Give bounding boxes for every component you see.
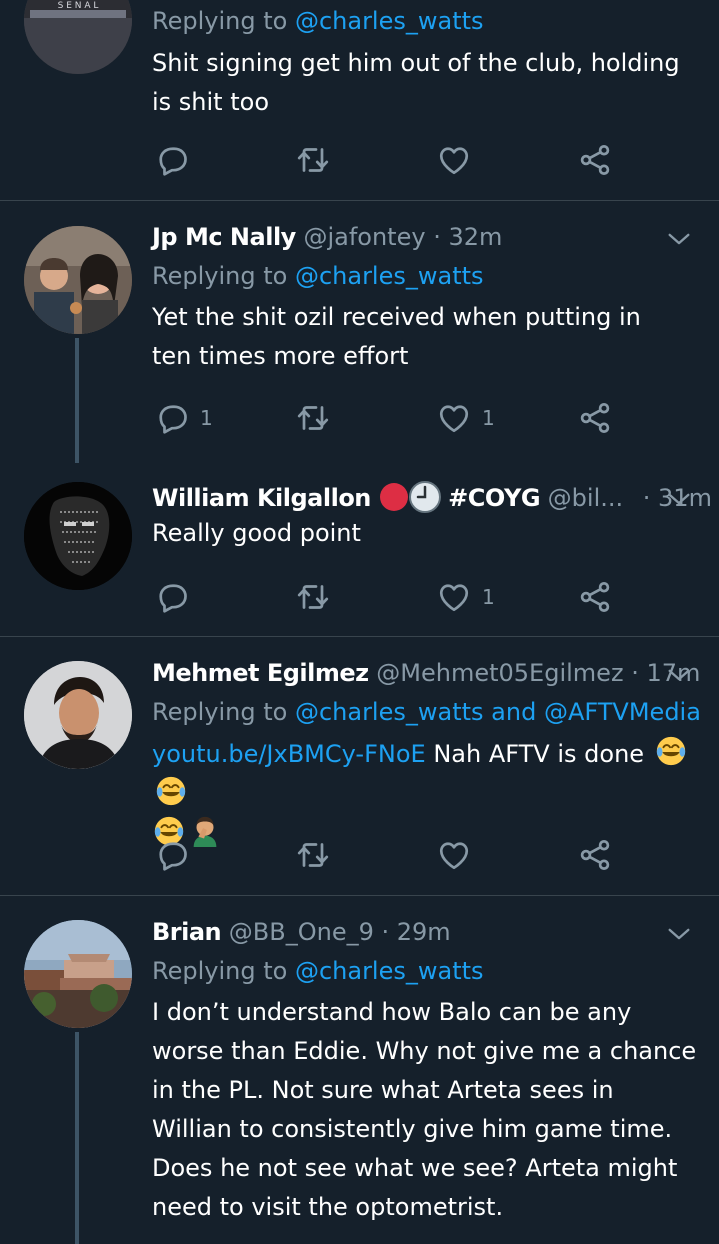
share-button[interactable] <box>577 398 613 438</box>
display-name[interactable]: Brian <box>152 918 222 946</box>
reply-count: 1 <box>200 406 213 430</box>
tweet-header: Jp Mc Nally @jafontey · 32m <box>152 221 699 253</box>
reply-button[interactable] <box>154 140 190 180</box>
tweet[interactable]: Jp Mc Nally @jafontey · 32m Replying to … <box>0 201 719 463</box>
retweet-icon <box>295 142 331 178</box>
tweet-text: Really good point <box>152 519 361 547</box>
retweet-icon <box>295 400 331 436</box>
like-count: 1 <box>482 406 495 430</box>
reply-mention-link[interactable]: @charles_watts <box>295 262 484 290</box>
replying-to: Replying to @charles_watts <box>152 7 484 35</box>
share-icon <box>577 837 613 873</box>
replying-to: Replying to @charles_watts and @AFTVMedi… <box>152 698 701 726</box>
tweet-actions: 1 <box>152 577 622 617</box>
tweet[interactable]: Brian @BB_One_9 · 29m Replying to @charl… <box>0 896 719 1244</box>
tweet-header: Brian @BB_One_9 · 29m <box>152 916 699 948</box>
heart-icon <box>436 142 472 178</box>
display-name[interactable]: Mehmet Egilmez <box>152 659 369 687</box>
timestamp[interactable]: · 32m <box>433 223 502 251</box>
share-button[interactable] <box>577 835 613 875</box>
tweet-text: Shit signing get him out of the club, ho… <box>152 49 680 116</box>
tweet-header: Mehmet Egilmez @Mehmet05Egilmez · 17m <box>152 657 700 689</box>
timestamp[interactable]: · 29m <box>382 918 451 946</box>
tweet-actions: 1 1 <box>152 398 622 438</box>
avatar-photo <box>24 920 132 1028</box>
tweet-text: Yet the shit ozil received when putting … <box>152 303 641 370</box>
share-icon <box>577 400 613 436</box>
username[interactable]: @BB_One_9 <box>229 918 374 946</box>
chevron-down-icon[interactable] <box>665 661 693 689</box>
avatar[interactable] <box>24 920 132 1028</box>
reply-button[interactable] <box>154 577 190 617</box>
svg-text:S E N A L: S E N A L <box>58 1 99 11</box>
avatar[interactable] <box>24 661 132 769</box>
reply-mention-link[interactable]: @charles_watts <box>295 957 484 985</box>
reply-mention-link[interactable]: @AFTVMedia <box>544 698 701 726</box>
avatar-photo <box>24 226 132 334</box>
thread-line <box>75 1032 79 1244</box>
avatar-photo <box>24 482 132 590</box>
replying-to: Replying to @charles_watts <box>152 262 484 290</box>
reply-icon <box>154 579 190 615</box>
reply-icon <box>154 142 190 178</box>
tweet[interactable]: S E N A L Replying to @charles_watts Shi… <box>0 0 719 200</box>
like-button[interactable] <box>436 835 472 875</box>
avatar[interactable]: S E N A L <box>24 0 132 74</box>
reply-and-text: and <box>491 698 537 726</box>
avatar[interactable] <box>24 482 132 590</box>
reply-icon <box>154 837 190 873</box>
heart-icon <box>436 579 472 615</box>
share-button[interactable] <box>577 140 613 180</box>
reply-mention-link[interactable]: @charles_watts <box>295 698 484 726</box>
chevron-down-icon[interactable] <box>665 225 693 253</box>
retweet-button[interactable] <box>295 577 331 617</box>
tweet-text-body: Nah AFTV is done <box>433 740 645 768</box>
retweet-icon <box>295 579 331 615</box>
share-button[interactable] <box>577 577 613 617</box>
thread-line <box>75 338 79 463</box>
retweet-button[interactable] <box>295 140 331 180</box>
tweet-actions <box>152 835 622 875</box>
heart-icon <box>436 400 472 436</box>
retweet-button[interactable] <box>295 398 331 438</box>
share-icon <box>577 579 613 615</box>
like-button[interactable]: 1 <box>436 398 495 438</box>
display-name[interactable]: William Kilgallon <box>152 484 371 512</box>
avatar[interactable] <box>24 226 132 334</box>
tweet[interactable]: Mehmet Egilmez @Mehmet05Egilmez · 17m Re… <box>0 637 719 895</box>
chevron-down-icon[interactable] <box>665 485 693 513</box>
reply-icon <box>154 400 190 436</box>
tweet-url-link[interactable]: youtu.be/JxBMCy-FNoE <box>152 740 426 768</box>
avatar-photo <box>24 661 132 769</box>
like-count: 1 <box>482 585 495 609</box>
replying-to: Replying to @charles_watts <box>152 957 484 985</box>
tweet-actions <box>152 140 622 180</box>
like-button[interactable]: 1 <box>436 577 495 617</box>
username[interactable]: @jafontey <box>303 223 425 251</box>
username[interactable]: @bil... <box>548 484 623 512</box>
tweet-header: William Kilgallon #COYG @bil... · 31m <box>152 481 712 513</box>
laughing-tears-emoji <box>654 734 688 768</box>
tweet-text: I don’t understand how Balo can be any w… <box>152 998 697 1221</box>
red-circle-emoji <box>379 483 408 511</box>
retweet-icon <box>295 837 331 873</box>
clock-emoji <box>408 481 441 513</box>
heart-icon <box>436 837 472 873</box>
reply-button[interactable] <box>154 835 190 875</box>
username[interactable]: @Mehmet05Egilmez <box>376 659 623 687</box>
tweet[interactable]: William Kilgallon #COYG @bil... · 31m Re… <box>0 463 719 636</box>
hashtag-link[interactable]: #COYG <box>448 484 540 512</box>
chevron-down-icon[interactable] <box>665 920 693 948</box>
display-name[interactable]: Jp Mc Nally <box>152 223 296 251</box>
reply-button[interactable]: 1 <box>154 398 213 438</box>
laughing-tears-emoji <box>154 774 188 808</box>
retweet-button[interactable] <box>295 835 331 875</box>
share-icon <box>577 142 613 178</box>
like-button[interactable] <box>436 140 472 180</box>
reply-mention-link[interactable]: @charles_watts <box>295 7 484 35</box>
stadium-photo: S E N A L <box>24 0 132 74</box>
